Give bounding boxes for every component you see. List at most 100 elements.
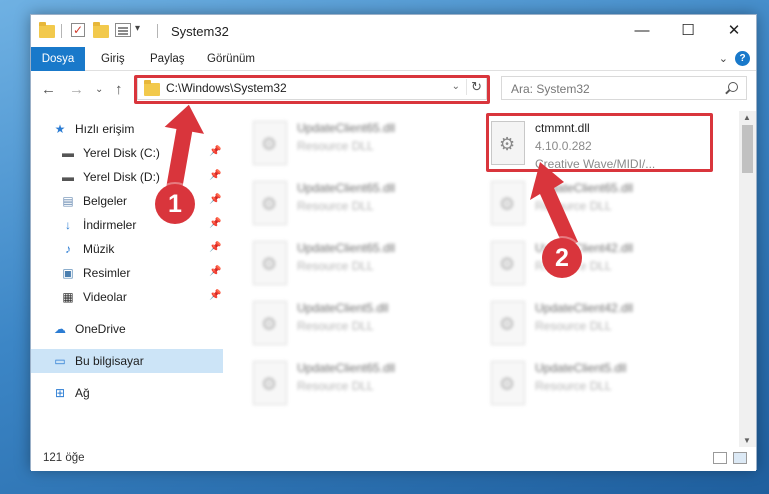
network-icon: ⊞ xyxy=(54,386,66,400)
pin-icon: 📌 xyxy=(209,170,222,181)
title-bar: ✓ ▾ System32 — ☐ ✕ xyxy=(31,15,756,47)
divider xyxy=(61,24,62,38)
sidebar-item-this-pc[interactable]: ▭ Bu bilgisayar xyxy=(31,349,223,373)
status-bar: 121 öğe xyxy=(31,447,756,471)
drive-icon: ▬ xyxy=(62,146,74,160)
tab-home[interactable]: Giriş xyxy=(101,47,125,71)
help-icon[interactable]: ? xyxy=(735,51,750,66)
dll-file-icon xyxy=(253,181,287,225)
customize-toolbar-icon[interactable] xyxy=(115,23,131,37)
sidebar-item-label: Videolar xyxy=(83,290,127,304)
step-badge-2: 2 xyxy=(542,238,582,278)
pin-icon: 📌 xyxy=(209,218,222,229)
details-view-icon[interactable] xyxy=(713,452,727,464)
file-name: UpdateClient5.dll xyxy=(535,361,627,375)
minimize-button[interactable]: — xyxy=(619,15,665,47)
pin-icon: 📌 xyxy=(209,242,222,253)
divider xyxy=(157,24,158,38)
list-item[interactable]: UpdateClient65.dll Resource DLL xyxy=(253,239,483,297)
scroll-thumb[interactable] xyxy=(742,125,753,173)
sidebar-item-label: Bu bilgisayar xyxy=(75,354,144,368)
step-badge-1: 1 xyxy=(155,184,195,224)
pictures-icon: ▣ xyxy=(62,266,74,280)
sidebar-item-label: Hızlı erişim xyxy=(75,122,135,136)
sidebar-item-network[interactable]: ⊞ Ağ xyxy=(31,381,223,405)
download-icon: ↓ xyxy=(65,218,71,232)
drive-icon: ▬ xyxy=(62,170,74,184)
sidebar-item-label: İndirmeler xyxy=(83,218,137,232)
file-type: Resource DLL xyxy=(297,259,374,273)
back-button[interactable]: ← xyxy=(41,81,56,98)
dll-file-icon xyxy=(491,301,525,345)
tab-share[interactable]: Paylaş xyxy=(150,47,185,71)
up-button[interactable]: ↑ xyxy=(115,81,123,98)
dll-file-icon xyxy=(253,121,287,165)
file-type: Resource DLL xyxy=(297,379,374,393)
quick-access-dropdown-icon[interactable]: ▾ xyxy=(135,23,140,39)
sidebar-item-label: OneDrive xyxy=(75,322,126,336)
search-icon xyxy=(728,82,738,92)
vertical-scrollbar[interactable]: ▲ ▼ xyxy=(739,111,756,447)
scroll-up-icon[interactable]: ▲ xyxy=(743,113,751,122)
sidebar-item-downloads[interactable]: ↓ İndirmeler 📌 xyxy=(31,213,223,237)
videos-icon: ▦ xyxy=(62,290,74,304)
item-count: 121 öğe xyxy=(43,452,85,464)
recent-locations-button[interactable]: ⌄ xyxy=(95,84,103,95)
close-button[interactable]: ✕ xyxy=(711,15,757,47)
file-type: Resource DLL xyxy=(297,199,374,213)
large-icons-view-icon[interactable] xyxy=(733,452,747,464)
cloud-icon: ☁ xyxy=(54,322,66,336)
dll-file-icon xyxy=(253,241,287,285)
search-box[interactable]: Ara: System32 xyxy=(501,76,747,100)
pin-icon: 📌 xyxy=(209,146,222,157)
file-name: UpdateClient42.dll xyxy=(535,301,634,315)
search-input[interactable]: Ara: System32 xyxy=(511,82,590,96)
file-name: UpdateClient65.dll xyxy=(297,181,396,195)
list-item[interactable]: UpdateClient5.dll Resource DLL xyxy=(253,299,483,357)
list-item[interactable]: UpdateClient42.dll Resource DLL xyxy=(491,299,721,357)
documents-icon: ▤ xyxy=(62,194,74,208)
file-type: Resource DLL xyxy=(535,319,612,333)
pin-icon: 📌 xyxy=(209,290,222,301)
music-icon: ♪ xyxy=(65,242,71,256)
file-type: Resource DLL xyxy=(297,319,374,333)
dll-file-icon xyxy=(253,361,287,405)
sidebar-item-label: Yerel Disk (D:) xyxy=(83,170,160,184)
list-item[interactable]: UpdateClient65.dll Resource DLL xyxy=(253,179,483,237)
sidebar-item-onedrive[interactable]: ☁ OneDrive xyxy=(31,317,223,341)
tab-view[interactable]: Görünüm xyxy=(207,47,255,71)
list-item[interactable]: UpdateClient65.dll Resource DLL xyxy=(253,359,483,417)
list-item[interactable]: UpdateClient5.dll Resource DLL xyxy=(491,359,721,417)
pin-icon: 📌 xyxy=(209,194,222,205)
tab-file[interactable]: Dosya xyxy=(31,47,85,71)
sidebar-item-label: Belgeler xyxy=(83,194,128,208)
file-type: Resource DLL xyxy=(297,139,374,153)
star-icon: ★ xyxy=(54,122,66,136)
new-folder-icon[interactable] xyxy=(93,22,109,39)
dll-file-icon xyxy=(491,361,525,405)
computer-icon: ▭ xyxy=(54,354,66,368)
maximize-button[interactable]: ☐ xyxy=(665,15,711,47)
pin-icon: 📌 xyxy=(209,266,222,277)
file-name: UpdateClient65.dll xyxy=(297,241,396,255)
ribbon: Dosya Giriş Paylaş Görünüm ⌄ ? xyxy=(31,47,756,71)
sidebar-item-label: Müzik xyxy=(83,242,115,256)
sidebar-item-label: Ağ xyxy=(75,386,90,400)
file-type: Resource DLL xyxy=(535,379,612,393)
dll-file-icon xyxy=(253,301,287,345)
file-name: UpdateClient5.dll xyxy=(297,301,389,315)
forward-button[interactable]: → xyxy=(69,81,84,98)
sidebar-item-music[interactable]: ♪ Müzik 📌 xyxy=(31,237,223,261)
list-item[interactable]: UpdateClient65.dll Resource DLL xyxy=(253,119,483,177)
file-name: UpdateClient65.dll xyxy=(297,121,396,135)
ribbon-collapse-icon[interactable]: ⌄ xyxy=(719,52,728,65)
sidebar-item-videos[interactable]: ▦ Videolar 📌 xyxy=(31,285,223,309)
folder-icon[interactable] xyxy=(39,22,55,39)
sidebar-item-label: Yerel Disk (C:) xyxy=(83,146,160,160)
properties-icon[interactable]: ✓ xyxy=(71,23,85,37)
window-title: System32 xyxy=(171,24,229,39)
sidebar-item-pictures[interactable]: ▣ Resimler 📌 xyxy=(31,261,223,285)
sidebar-item-label: Resimler xyxy=(83,266,131,280)
scroll-down-icon[interactable]: ▼ xyxy=(743,436,751,445)
file-name: UpdateClient65.dll xyxy=(297,361,396,375)
